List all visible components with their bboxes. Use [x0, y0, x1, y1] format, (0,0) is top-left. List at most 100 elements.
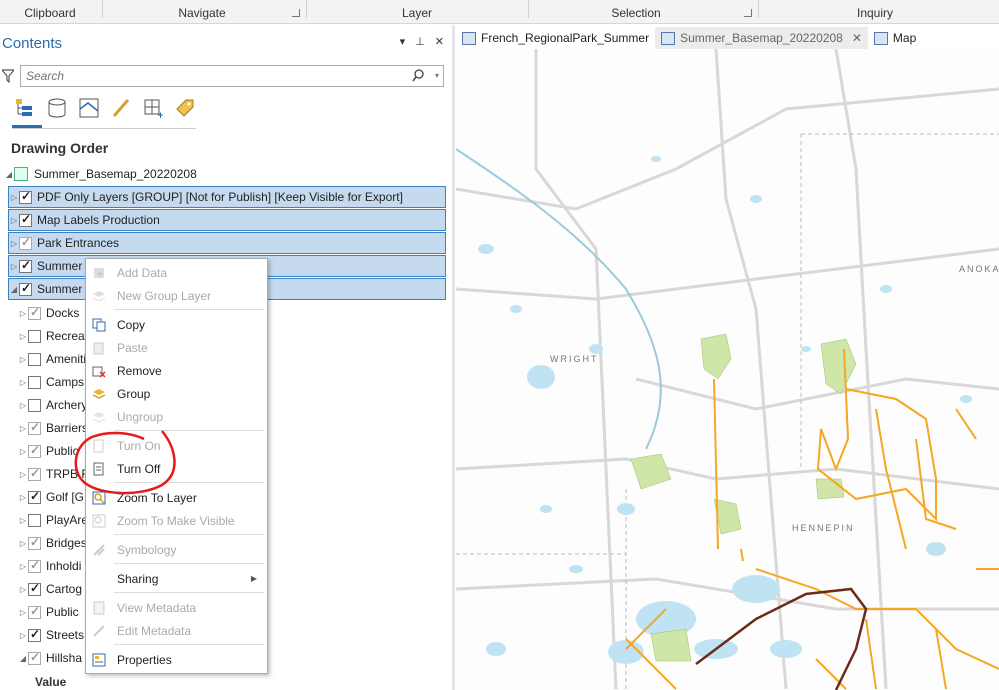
visibility-checkbox[interactable]: [28, 489, 41, 504]
close-icon[interactable]: ✕: [435, 35, 444, 48]
menu-item-turn-on[interactable]: Turn On: [86, 434, 267, 457]
collapse-arrow-icon[interactable]: ◢: [9, 285, 19, 294]
visibility-checkbox[interactable]: [28, 627, 41, 642]
menu-item-copy[interactable]: Copy: [86, 313, 267, 336]
expand-arrow-icon[interactable]: ▷: [18, 424, 28, 433]
sublayer-row[interactable]: ▷ Public: [18, 440, 79, 462]
sublayer-row[interactable]: ▷ Cartog: [18, 578, 82, 600]
sublayer-row[interactable]: ▷ Archery: [18, 394, 87, 416]
expand-arrow-icon[interactable]: ▷: [18, 470, 28, 479]
sublayer-row[interactable]: ▷ Golf [G: [18, 486, 84, 508]
visibility-checkbox[interactable]: [28, 581, 41, 596]
expand-arrow-icon[interactable]: ▷: [18, 332, 28, 341]
menu-item-edit-metadata[interactable]: Edit Metadata: [86, 619, 267, 642]
expand-arrow-icon[interactable]: ▷: [9, 239, 19, 248]
layer-row[interactable]: ▷ PDF Only Layers [GROUP] [Not for Publi…: [8, 186, 446, 208]
expand-arrow-icon[interactable]: ▷: [9, 193, 19, 202]
visibility-checkbox[interactable]: [19, 212, 32, 227]
close-tab-icon[interactable]: ✕: [852, 31, 862, 45]
layer-row[interactable]: ▷ Map Labels Production: [8, 209, 446, 231]
search-options-icon[interactable]: ▾: [435, 71, 439, 80]
menu-item-sharing[interactable]: Sharing ▶: [86, 567, 267, 590]
visibility-checkbox[interactable]: [28, 650, 41, 665]
list-by-drawing-order-icon[interactable]: [12, 95, 38, 121]
visibility-checkbox[interactable]: [28, 329, 41, 343]
layer-row[interactable]: ▷ Park Entrances: [8, 232, 446, 254]
list-by-source-icon[interactable]: [44, 95, 70, 121]
expand-arrow-icon[interactable]: ▷: [18, 447, 28, 456]
tab-french-regionalpark-summer[interactable]: French_RegionalPark_Summer: [456, 27, 655, 49]
tab-summer-basemap[interactable]: Summer_Basemap_20220208 ✕: [655, 27, 868, 49]
expand-arrow-icon[interactable]: ▷: [18, 378, 28, 387]
visibility-checkbox[interactable]: [28, 466, 41, 481]
ribbon-group-navigate[interactable]: Navigate: [104, 0, 300, 24]
sublayer-row[interactable]: ▷ TRPB F: [18, 463, 89, 485]
menu-item-new-group-layer[interactable]: New Group Layer: [86, 284, 267, 307]
search-input[interactable]: [21, 66, 401, 86]
pin-icon[interactable]: ⊥: [415, 35, 425, 48]
visibility-checkbox[interactable]: [28, 604, 41, 619]
ribbon-group-inquiry[interactable]: Inquiry: [760, 0, 990, 24]
sublayer-row[interactable]: ▷ Ameniti: [18, 348, 86, 370]
visibility-checkbox[interactable]: [28, 443, 41, 458]
visibility-checkbox[interactable]: [19, 189, 32, 204]
sublayer-row[interactable]: ▷ Docks: [18, 302, 79, 324]
visibility-checkbox[interactable]: [28, 375, 41, 389]
menu-item-symbology[interactable]: Symbology: [86, 538, 267, 561]
sublayer-row[interactable]: ◢ Hillsha: [18, 647, 82, 669]
visibility-checkbox[interactable]: [28, 558, 41, 573]
visibility-checkbox[interactable]: [19, 235, 32, 250]
visibility-checkbox[interactable]: [28, 535, 41, 550]
sublayer-row[interactable]: ▷ Camps: [18, 371, 84, 393]
search-icon[interactable]: [412, 69, 425, 82]
menu-item-properties[interactable]: Properties: [86, 648, 267, 671]
list-by-selection-icon[interactable]: [76, 95, 102, 121]
sublayer-row[interactable]: ▷ PlayAre: [18, 509, 88, 531]
menu-item-paste[interactable]: Paste: [86, 336, 267, 359]
collapse-arrow-icon[interactable]: ◢: [4, 170, 14, 179]
expand-arrow-icon[interactable]: ▷: [18, 631, 28, 640]
menu-item-group[interactable]: Group: [86, 382, 267, 405]
visibility-checkbox[interactable]: [28, 420, 41, 435]
expand-arrow-icon[interactable]: ▷: [9, 262, 19, 271]
collapse-arrow-icon[interactable]: ◢: [18, 654, 28, 663]
map-view[interactable]: WRIGHT HENNEPIN ANOKA: [456, 49, 999, 690]
expand-arrow-icon[interactable]: ▷: [18, 585, 28, 594]
expand-arrow-icon[interactable]: ▷: [18, 309, 28, 318]
sublayer-row[interactable]: ▷ Public: [18, 601, 79, 623]
menu-item-view-metadata[interactable]: View Metadata: [86, 596, 267, 619]
expand-arrow-icon[interactable]: ▷: [18, 562, 28, 571]
visibility-checkbox[interactable]: [28, 305, 41, 320]
visibility-checkbox[interactable]: [19, 281, 32, 296]
menu-item-add-data[interactable]: + Add Data: [86, 261, 267, 284]
visibility-checkbox[interactable]: [19, 258, 32, 273]
menu-item-remove[interactable]: Remove: [86, 359, 267, 382]
filter-icon[interactable]: [2, 69, 14, 83]
expand-arrow-icon[interactable]: ▷: [18, 608, 28, 617]
sublayer-row[interactable]: ▷ Bridges: [18, 532, 87, 554]
menu-item-zoom-to-make-visible[interactable]: Zoom To Make Visible: [86, 509, 267, 532]
expand-arrow-icon[interactable]: ▷: [18, 401, 28, 410]
dialog-launcher-icon[interactable]: [292, 9, 300, 17]
expand-arrow-icon[interactable]: ▷: [18, 355, 28, 364]
visibility-checkbox[interactable]: [28, 398, 41, 412]
menu-item-turn-off[interactable]: Turn Off: [86, 457, 267, 480]
list-by-editing-icon[interactable]: [108, 95, 134, 121]
visibility-checkbox[interactable]: [28, 352, 41, 366]
expand-arrow-icon[interactable]: ▷: [18, 539, 28, 548]
pane-options-icon[interactable]: ▾: [400, 35, 406, 48]
expand-arrow-icon[interactable]: ▷: [9, 216, 19, 225]
list-by-snapping-icon[interactable]: [140, 95, 166, 121]
search-box[interactable]: ▾: [20, 65, 444, 87]
dialog-launcher-icon[interactable]: [744, 9, 752, 17]
sublayer-row[interactable]: ▷ Streets: [18, 624, 84, 646]
ribbon-group-selection[interactable]: Selection: [530, 0, 742, 24]
expand-arrow-icon[interactable]: ▷: [18, 493, 28, 502]
sublayer-row[interactable]: ▷ Barriers: [18, 417, 88, 439]
tab-map[interactable]: Map: [868, 27, 922, 49]
visibility-checkbox[interactable]: [28, 513, 41, 527]
expand-arrow-icon[interactable]: ▷: [18, 516, 28, 525]
list-by-labeling-icon[interactable]: [172, 95, 198, 121]
map-node[interactable]: ◢ Summer_Basemap_20220208: [4, 163, 197, 185]
menu-item-ungroup[interactable]: Ungroup: [86, 405, 267, 428]
